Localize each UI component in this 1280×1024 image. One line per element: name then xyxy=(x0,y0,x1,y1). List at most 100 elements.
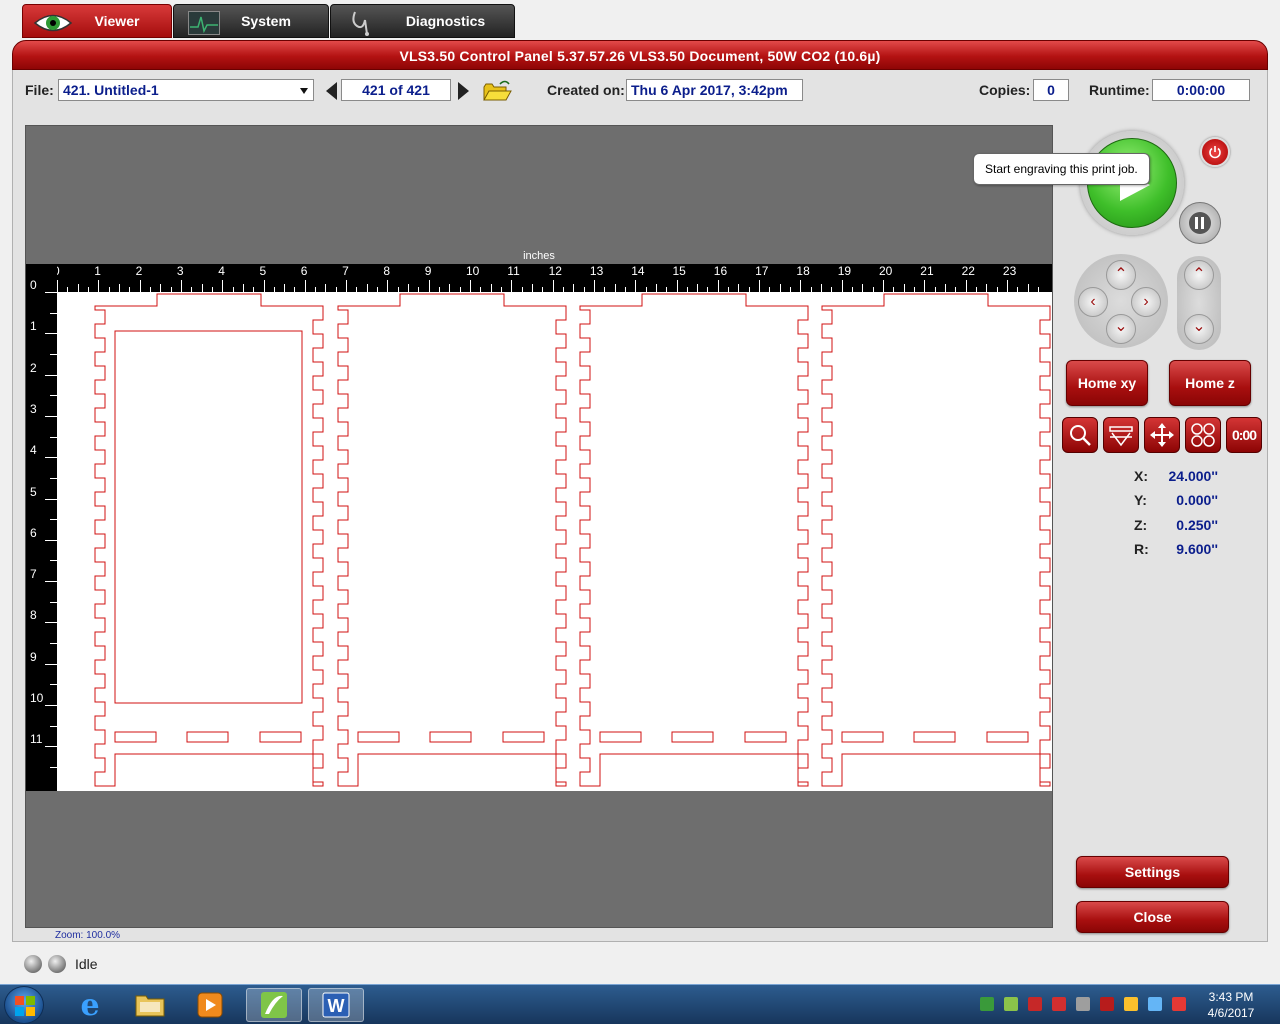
coreldraw-icon xyxy=(261,992,287,1018)
svg-text:W: W xyxy=(328,996,345,1016)
clock[interactable]: 3:43 PM 4/6/2017 xyxy=(1196,989,1266,1021)
ruler-left-label: 11 xyxy=(30,732,43,747)
tray-mute-icon[interactable] xyxy=(1076,997,1090,1011)
next-file-arrow-icon[interactable] xyxy=(457,82,469,100)
power-button[interactable] xyxy=(1200,137,1230,167)
ruler-left-tick xyxy=(50,436,57,438)
tray-app-icon[interactable] xyxy=(1028,997,1042,1011)
status-text: Idle xyxy=(75,956,98,972)
jog-down-button[interactable]: ⌄ xyxy=(1106,314,1136,344)
open-folder-icon[interactable] xyxy=(482,79,512,103)
ruler-left-label: 9 xyxy=(30,649,37,664)
copies-label: Copies: xyxy=(979,82,1031,98)
windows-taskbar: e W 3:43 PM 4/6/2017 xyxy=(0,984,1280,1024)
tab-system[interactable]: System xyxy=(173,4,329,38)
focus-tool-button[interactable] xyxy=(1103,417,1139,453)
tray-network-icon[interactable] xyxy=(980,997,994,1011)
cut-slot xyxy=(913,731,956,743)
ruler-top-label: 13 xyxy=(589,264,604,278)
ruler-top-label: 18 xyxy=(796,264,810,278)
previous-file-arrow-icon[interactable] xyxy=(326,82,338,100)
file-select[interactable]: 421. Untitled-1 xyxy=(58,79,314,101)
laser-control-panel-window: Viewer System Diagnostics VLS3.50 Contro… xyxy=(0,0,1280,1024)
created-label: Created on: xyxy=(547,82,625,98)
close-button[interactable]: Close xyxy=(1076,901,1229,933)
ruler-left-tick xyxy=(50,643,57,645)
ruler-top-tick xyxy=(593,280,595,292)
waveform-icon xyxy=(188,11,220,35)
tooltip-text: Start engraving this print job. xyxy=(985,162,1138,176)
tray-printer-icon[interactable] xyxy=(1100,997,1114,1011)
copies-field[interactable]: 0 xyxy=(1033,79,1069,101)
runtime-label: Runtime: xyxy=(1089,82,1150,98)
clock-date: 4/6/2017 xyxy=(1207,1006,1255,1020)
runtime-field: 0:00:00 xyxy=(1152,79,1250,101)
ruler-top-tick xyxy=(697,284,699,292)
cut-slot xyxy=(986,731,1029,743)
taskbar-word[interactable]: W xyxy=(308,988,364,1022)
home-xy-button[interactable]: Home xy xyxy=(1066,360,1148,406)
ruler-top-label: 7 xyxy=(342,264,349,278)
ruler-left-tick xyxy=(45,333,57,335)
jog-up-button[interactable]: ⌃ xyxy=(1106,260,1136,290)
tray-volume-icon[interactable] xyxy=(1052,997,1066,1011)
jog-left-button[interactable]: ‹ xyxy=(1078,287,1108,317)
ruler-top-label: 2 xyxy=(135,264,143,278)
relocate-tool-button[interactable] xyxy=(1185,417,1221,453)
ruler-left-tick xyxy=(50,601,57,603)
move-tool-button[interactable] xyxy=(1144,417,1180,453)
timer-tool-button[interactable]: 0:00 xyxy=(1226,417,1262,453)
horizontal-ruler: 01234567891011121314151617181920212223 xyxy=(26,264,1052,292)
ruler-left-label: 0 xyxy=(30,278,37,292)
ruler-unit-label: inches xyxy=(523,250,555,262)
ruler-top-tick xyxy=(759,280,761,292)
ruler-top-tick xyxy=(986,284,988,292)
z-axis-value: 0.250'' xyxy=(1176,517,1218,533)
job-preview-area[interactable]: inches 012345678910111213141516171819202… xyxy=(25,125,1053,928)
taskbar-media-player[interactable] xyxy=(182,988,238,1022)
taskbar-coreldraw[interactable] xyxy=(246,988,302,1022)
ruler-top-label: 22 xyxy=(961,264,975,278)
title-bar: VLS3.50 Control Panel 5.37.57.26 VLS3.50… xyxy=(12,40,1268,70)
ruler-top-tick xyxy=(841,280,843,292)
jog-right-button[interactable]: › xyxy=(1131,287,1161,317)
tab-viewer[interactable]: Viewer xyxy=(22,4,172,38)
ruler-left-tick xyxy=(50,395,57,397)
z-up-button[interactable]: ⌃ xyxy=(1184,260,1214,290)
ruler-top-tick xyxy=(717,280,719,292)
ruler-top-label: 3 xyxy=(176,264,184,278)
cut-slot xyxy=(259,731,302,743)
taskbar-file-explorer[interactable] xyxy=(122,988,178,1022)
cut-slot xyxy=(671,731,714,743)
tray-flag-icon[interactable] xyxy=(1124,997,1138,1011)
ruler-top-tick xyxy=(366,284,368,292)
pause-button[interactable] xyxy=(1179,202,1221,244)
word-icon: W xyxy=(322,992,350,1018)
tray-security-icon[interactable] xyxy=(1004,997,1018,1011)
tab-diagnostics[interactable]: Diagnostics xyxy=(330,4,515,38)
settings-button[interactable]: Settings xyxy=(1076,856,1229,888)
tab-system-label: System xyxy=(241,13,291,29)
cut-outline xyxy=(821,293,1051,787)
taskbar-internet-explorer[interactable]: e xyxy=(62,988,118,1023)
ruler-top-label: 9 xyxy=(424,264,432,278)
zoom-tool-button[interactable] xyxy=(1062,417,1098,453)
ruler-top-label: 4 xyxy=(218,264,225,278)
cut-slot xyxy=(599,731,642,743)
ruler-top-tick xyxy=(944,284,946,292)
ruler-left-tick xyxy=(50,312,57,314)
ruler-top-label: 5 xyxy=(259,264,267,278)
z-down-button[interactable]: ⌄ xyxy=(1184,314,1214,344)
start-button[interactable] xyxy=(4,986,44,1024)
engraving-canvas[interactable] xyxy=(57,292,1052,791)
tray-display-icon[interactable] xyxy=(1148,997,1162,1011)
ruler-top-tick xyxy=(449,284,451,292)
clock-time: 3:43 PM xyxy=(1208,990,1254,1004)
cut-slot xyxy=(186,731,229,743)
ruler-left-tick xyxy=(45,581,57,583)
home-z-button[interactable]: Home z xyxy=(1169,360,1251,406)
ruler-top-tick xyxy=(408,284,410,292)
tray-action-center-icon[interactable] xyxy=(1172,997,1186,1011)
ruler-top-tick xyxy=(222,280,224,292)
status-led-2 xyxy=(48,955,66,973)
